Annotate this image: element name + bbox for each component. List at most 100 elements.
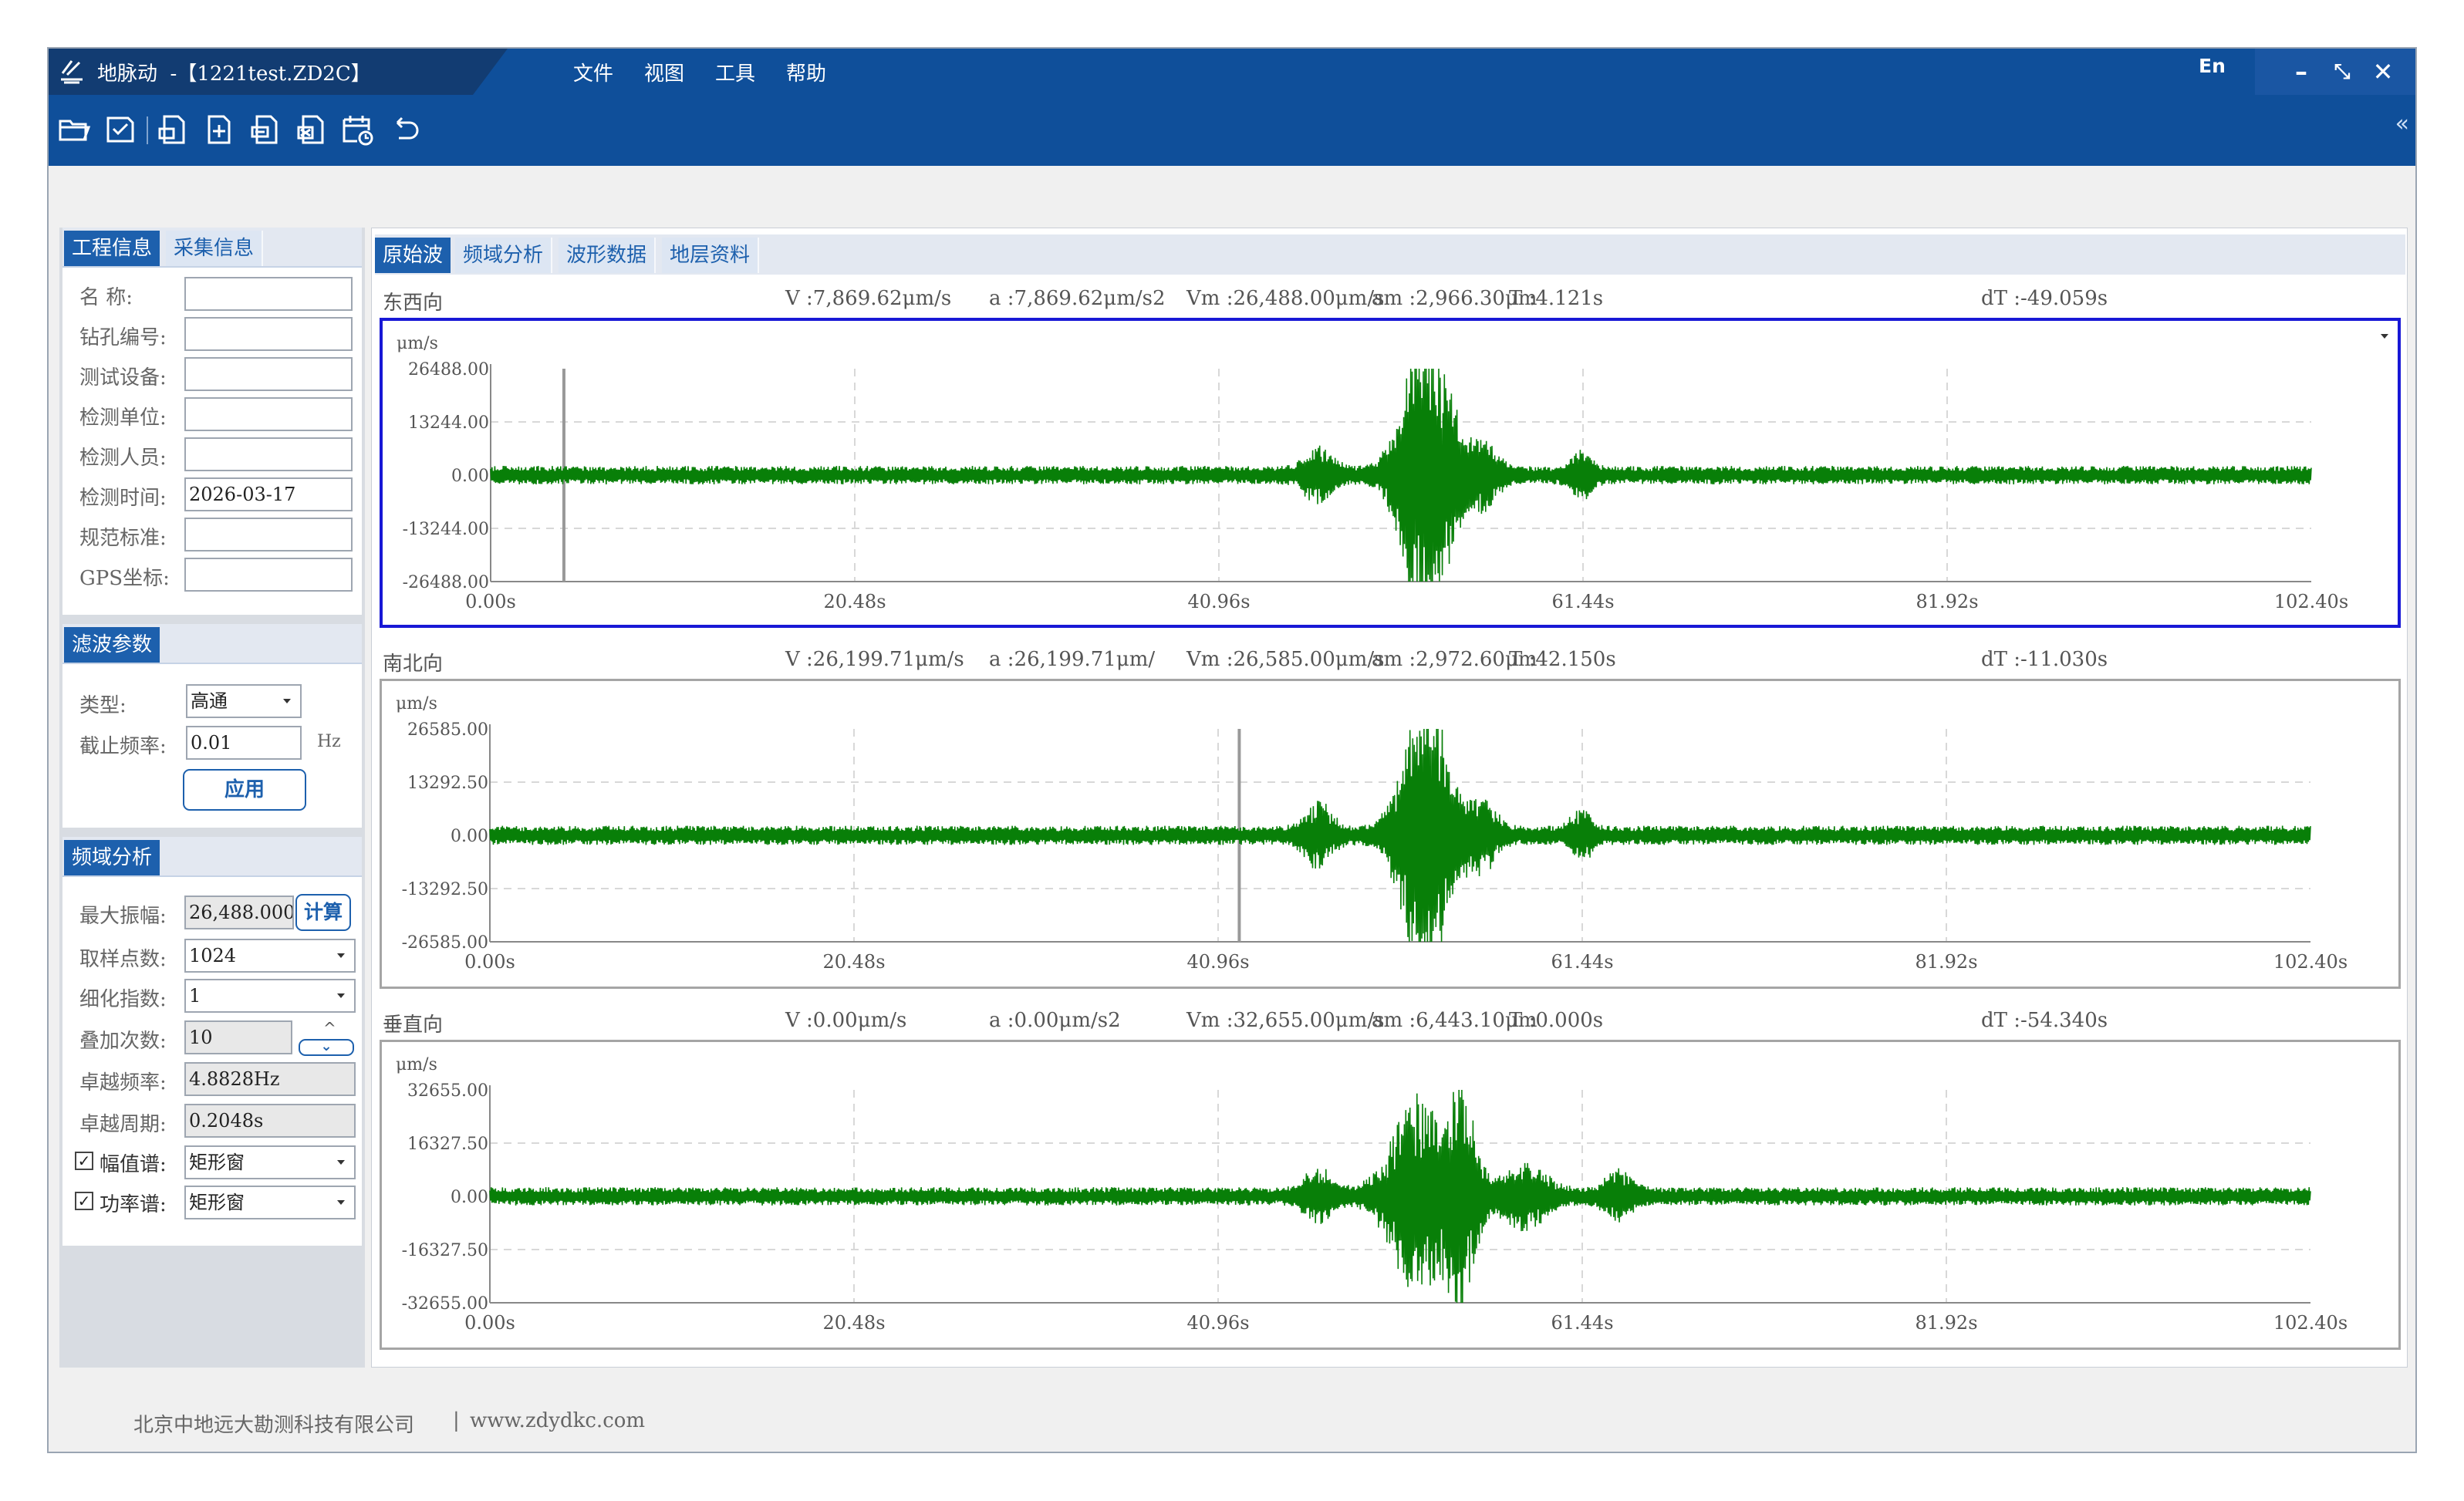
calc-button[interactable]: 计算: [295, 894, 351, 931]
y-tick-label: -26488.00: [403, 573, 489, 592]
freq-analysis-card: 频域分析 最大振幅: 26,488.000 计算 取样点数: 1024 细化指数…: [62, 837, 362, 1246]
filter-title: 滤波参数: [64, 627, 160, 663]
refine-label: 细化指数:: [79, 988, 167, 1011]
field-input-borehole-no[interactable]: [184, 317, 353, 351]
waveform-chart: μm/s 26488.00 13244.00 0.00 -13244.00 -26488.…: [397, 334, 2348, 612]
field-input-test-device[interactable]: [184, 357, 353, 391]
amp-spectrum-checkbox[interactable]: ✓: [75, 1152, 93, 1170]
company-name: 北京中地远大勘测科技有限公司: [133, 1414, 415, 1437]
toolbar-separator: [147, 116, 148, 144]
waveform-panel-vertical[interactable]: μm/s 32655.00 16327.50 0.00 -16327.50 -32655.…: [380, 1040, 2401, 1350]
tab-acquisition-info[interactable]: 采集信息: [166, 231, 264, 266]
y-tick-label: 26585.00: [407, 720, 488, 740]
field-label-inspector: 检测人员:: [79, 447, 167, 470]
y-tick-label: 16327.50: [407, 1135, 488, 1154]
menu-help[interactable]: 帮助: [786, 58, 826, 86]
collapse-ribbon-button[interactable]: «: [2395, 110, 2409, 137]
field-input-standard[interactable]: [184, 518, 353, 551]
app-name: 地脉动: [97, 62, 158, 86]
cutoff-freq-input[interactable]: 0.01: [186, 726, 302, 760]
apply-button[interactable]: 应用: [183, 769, 306, 811]
channel-vm-readout: Vm :32,655.00μm/s: [1186, 1009, 1385, 1032]
power-spectrum-window-select[interactable]: 矩形窗: [184, 1186, 356, 1219]
x-tick-label: 81.92s: [1916, 591, 1978, 612]
waveform-panel-north-south[interactable]: μm/s 26585.00 13292.50 0.00 -13292.50 -26585.…: [380, 679, 2401, 989]
website-link[interactable]: www.zdydkc.com: [470, 1409, 645, 1432]
y-tick-label: 13292.50: [407, 774, 488, 793]
filter-type-select[interactable]: 高通: [186, 684, 302, 718]
y-tick-label: -32655.00: [402, 1294, 488, 1314]
amp-spectrum-window-select[interactable]: 矩形窗: [184, 1145, 356, 1179]
max-amp-field: 26,488.000: [184, 896, 294, 929]
x-tick-label: 0.00s: [465, 591, 516, 612]
power-spectrum-label: 功率谱:: [100, 1193, 167, 1216]
y-tick-label: -13292.50: [402, 880, 488, 899]
save-icon[interactable]: [103, 112, 138, 147]
project-info-card: 工程信息 采集信息 名 称: 钻孔编号: 测试设备: 检测单位: 检测人员: 检测时间: 2…: [62, 228, 362, 615]
x-tick-label: 40.96s: [1186, 951, 1249, 973]
app-logo-icon: [61, 60, 83, 84]
field-input-inspection-unit[interactable]: [184, 397, 353, 431]
channel-v-readout: V :26,199.71μm/s: [785, 648, 964, 671]
footer: 北京中地远大勘测科技有限公司 | www.zdydkc.com: [49, 1397, 2415, 1452]
samples-label: 取样点数:: [79, 948, 167, 971]
power-spectrum-checkbox[interactable]: ✓: [75, 1192, 93, 1210]
x-tick-label: 20.48s: [822, 951, 885, 973]
field-input-inspection-time[interactable]: 2026-03-17: [184, 477, 353, 511]
channel-t-readout: T :42.150s: [1509, 648, 1616, 671]
menu-tools[interactable]: 工具: [715, 58, 755, 86]
waveform-panel-east-west[interactable]: μm/s 26488.00 13244.00 0.00 -13244.00 -26488.…: [380, 318, 2401, 628]
close-icon[interactable]: ✕: [2368, 55, 2398, 89]
tab-raw-wave[interactable]: 原始波: [375, 238, 451, 273]
x-tick-label: 40.96s: [1187, 591, 1250, 612]
channel-name-readout: 垂直向: [383, 1014, 444, 1037]
predominant-period-label: 卓越周期:: [79, 1113, 167, 1136]
minimize-icon[interactable]: –: [2286, 55, 2317, 89]
field-label-name: 名 称:: [79, 286, 133, 309]
samples-select[interactable]: 1024: [184, 939, 356, 973]
y-axis-unit-label: μm/s: [396, 1055, 437, 1074]
y-tick-label: 0.00: [451, 827, 488, 846]
channel-t-readout: T :0.000s: [1509, 1009, 1604, 1032]
menu-file[interactable]: 文件: [573, 58, 613, 86]
stack-down-button[interactable]: ⌄: [299, 1039, 354, 1056]
tab-freq-analysis[interactable]: 频域分析: [455, 238, 553, 273]
filter-tabstrip: 滤波参数: [62, 624, 362, 664]
channel-dt-readout: dT :-11.030s: [1981, 648, 2108, 671]
menu-view[interactable]: 视图: [644, 58, 684, 86]
restore-icon[interactable]: ⤡: [2327, 55, 2358, 89]
stack-up-icon[interactable]: ^: [323, 1019, 336, 1037]
max-amp-label: 最大振幅:: [79, 905, 167, 928]
channel-t-readout: T :4.121s: [1509, 287, 1604, 310]
title-bar: 地脉动 -【1221test.ZD2C】 文件 视图 工具 帮助 En – ⤡ …: [49, 49, 2415, 95]
field-label-borehole-no: 钻孔编号:: [79, 326, 167, 349]
x-tick-label: 20.48s: [823, 591, 886, 612]
channel-name-readout: 南北向: [383, 653, 444, 676]
report-icon[interactable]: [248, 112, 283, 147]
excel-icon[interactable]: [294, 112, 329, 147]
y-tick-label: 13244.00: [408, 413, 489, 433]
add-icon[interactable]: [201, 112, 237, 147]
channel-a-readout: a :26,199.71μm/: [989, 648, 1156, 671]
schedule-icon[interactable]: [340, 112, 376, 147]
field-input-name[interactable]: [184, 277, 353, 311]
open-folder-icon[interactable]: [56, 112, 92, 147]
refine-select[interactable]: 1: [184, 979, 356, 1013]
tab-waveform-data[interactable]: 波形数据: [559, 238, 657, 273]
tab-strata-data[interactable]: 地层资料: [662, 238, 760, 273]
stack-count-input[interactable]: 10: [184, 1020, 292, 1054]
export-icon[interactable]: [155, 112, 191, 147]
field-input-inspector[interactable]: [184, 437, 353, 471]
y-axis-unit-label: μm/s: [397, 334, 438, 353]
x-tick-label: 61.44s: [1551, 1312, 1613, 1334]
field-input-gps[interactable]: [184, 558, 353, 592]
toolbar: «: [49, 95, 2415, 166]
y-tick-label: 0.00: [451, 1188, 488, 1207]
channel-vm-readout: Vm :26,585.00μm/s: [1186, 648, 1385, 671]
tab-project-info[interactable]: 工程信息: [64, 231, 160, 266]
language-toggle[interactable]: En: [2199, 55, 2226, 77]
stack-count-label: 叠加次数:: [79, 1030, 167, 1053]
predominant-freq-field: 4.8828Hz: [184, 1062, 356, 1096]
undo-icon[interactable]: [388, 112, 424, 147]
y-tick-label: -13244.00: [403, 520, 489, 539]
